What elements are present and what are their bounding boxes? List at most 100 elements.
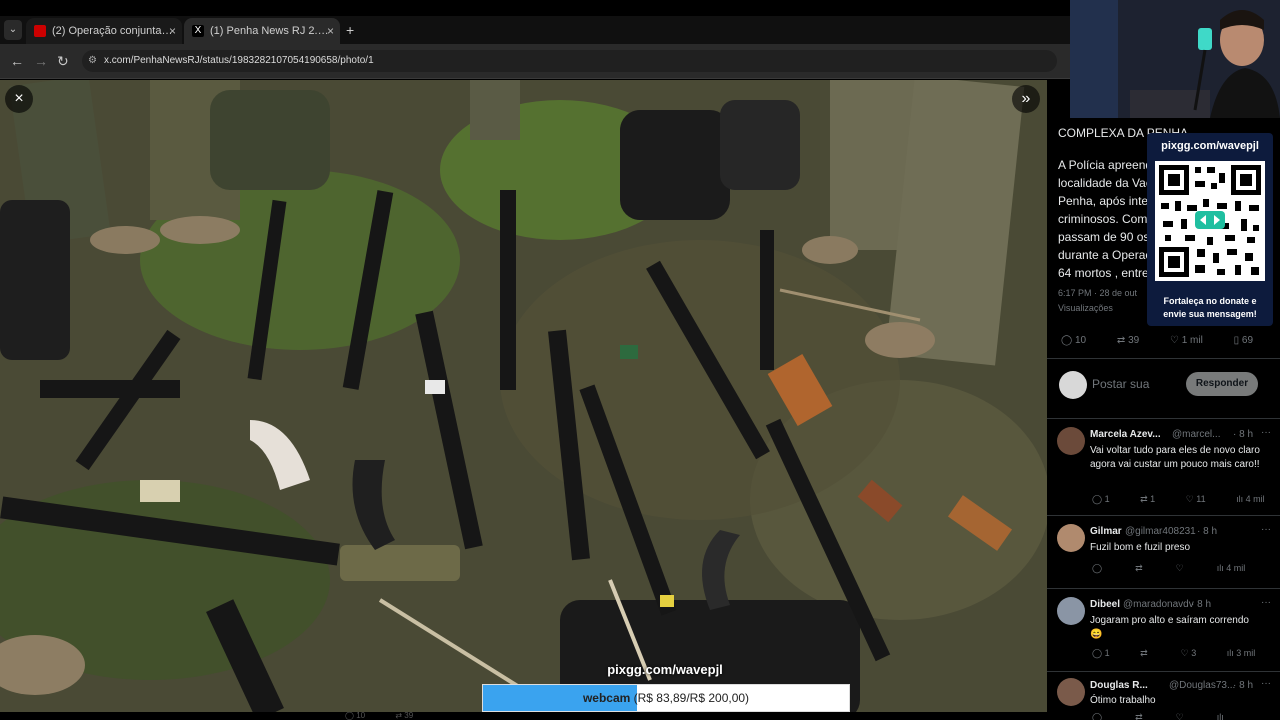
view-count[interactable]: ılı 4 mil [1217, 563, 1260, 573]
back-icon[interactable]: ← [10, 53, 24, 69]
tweet-body-line: 64 mortos , entre [1058, 266, 1149, 280]
reply-input[interactable]: Postar sua [1092, 377, 1149, 391]
donation-qr-overlay: pixgg.com/wavepjl Fortaleça no donate e … [1147, 133, 1273, 326]
reply-time: · 8 h [1197, 526, 1218, 537]
forward-icon[interactable]: → [34, 53, 48, 69]
reply-composer: Postar sua Responder [1047, 358, 1280, 411]
reply-count[interactable]: ◯ [1092, 712, 1119, 720]
view-count[interactable]: ılı [1217, 712, 1241, 720]
tweet-body-line: durante a Operaç [1058, 248, 1152, 262]
like-count[interactable]: ♡ 3 [1181, 648, 1211, 659]
like-count[interactable]: ♡ [1176, 563, 1201, 574]
tab-label: (1) Penha News RJ 2.0 no X: "C [210, 25, 332, 37]
tweet-body-line: A Polícia apreend [1058, 158, 1153, 172]
tab-label: (2) Operação conjunta entre a I [52, 25, 174, 37]
youtube-favicon-icon [34, 25, 46, 37]
window-top-strip [0, 0, 1070, 16]
reply-metric[interactable]: ◯ 10 [1061, 335, 1100, 346]
stream-url-label: pixgg.com/wavepjl [607, 662, 723, 677]
streamer-webcam-image [1070, 0, 1280, 118]
reply-text: Ótimo trabalho [1090, 695, 1156, 706]
reply-count[interactable]: ◯ [1092, 563, 1119, 574]
avatar[interactable] [1057, 524, 1085, 552]
reply-author-name[interactable]: Gilmar [1090, 526, 1122, 537]
reply-metrics: ◯ ⇄ ♡ ılı [1092, 712, 1254, 720]
tweet-body-line: localidade da Vac [1058, 176, 1152, 190]
repost-count[interactable]: ⇄ 1 [1140, 494, 1169, 505]
webcam-feed [1070, 0, 1280, 118]
reply-count[interactable]: ◯ 1 [1092, 494, 1124, 505]
qr-code-icon [1155, 161, 1265, 281]
reply-author-handle[interactable]: @gilmar408231 [1125, 526, 1196, 537]
photo-action-bar: ◯ 10 ⇄ 39 [0, 711, 1047, 720]
reply-count[interactable]: ◯ 1 [1092, 648, 1124, 659]
tweet-metrics: ◯ 10 ⇄ 39 ♡ 1 mil ▯ 69 ⇪ [1061, 335, 1280, 346]
goal-text: webcam (R$ 83,89/R$ 200,00) [483, 685, 849, 711]
views-label: Visualizações [1058, 303, 1113, 313]
more-options-icon[interactable]: ··· [1261, 678, 1271, 689]
reply-time: · 8 h [1233, 680, 1254, 691]
donation-goal-bar: webcam (R$ 83,89/R$ 200,00) [482, 684, 850, 712]
photo-reply-count[interactable]: ◯ 10 [345, 711, 379, 720]
goal-amount: (R$ 83,89/R$ 200,00) [633, 691, 750, 705]
reply-tweet[interactable]: Dibeel @maradonavdv · 8 h ··· Jogaram pr… [1047, 588, 1280, 664]
reply-tweet[interactable]: Marcela Azev... @marcel... · 8 h ··· Vai… [1047, 418, 1280, 511]
view-count[interactable]: ılı 3 mil [1227, 648, 1270, 658]
bookmark-metric[interactable]: ▯ 69 [1234, 335, 1267, 346]
reply-author-name[interactable]: Marcela Azev... [1090, 429, 1161, 440]
repost-count[interactable]: ⇄ [1135, 563, 1159, 574]
photo-repost-count[interactable]: ⇄ 39 [395, 711, 427, 720]
like-count[interactable]: ♡ 11 [1186, 494, 1220, 505]
repost-metric[interactable]: ⇄ 39 [1117, 335, 1153, 346]
like-metric[interactable]: ♡ 1 mil [1170, 335, 1217, 346]
expand-panel-button[interactable]: » [1012, 85, 1040, 113]
reply-text: Jogaram pro alto e saíram correndo 😄 [1090, 615, 1249, 640]
url-field[interactable]: ⚙ x.com/PenhaNewsRJ/status/1983282107054… [82, 50, 1057, 72]
reply-tweet[interactable]: Gilmar @gilmar408231 · 8 h ··· Fuzil bom… [1047, 515, 1280, 581]
repost-count[interactable]: ⇄ [1135, 712, 1159, 720]
qr-title: pixgg.com/wavepjl [1161, 140, 1259, 152]
url-text: x.com/PenhaNewsRJ/status/198328210705419… [104, 55, 374, 66]
qr-caption: Fortaleça no donate e envie sua mensagem… [1163, 296, 1257, 319]
reply-text: Fuzil bom e fuzil preso [1090, 542, 1191, 553]
reply-author-handle[interactable]: @maradonavdv [1123, 599, 1194, 610]
more-options-icon[interactable]: ··· [1261, 427, 1271, 438]
reply-author-name[interactable]: Douglas R... [1090, 680, 1148, 691]
photo-metrics: ◯ 10 ⇄ 39 [345, 711, 441, 720]
reply-author-handle[interactable]: @marcel... [1172, 429, 1221, 440]
reply-time: · 8 h [1233, 429, 1254, 440]
view-count[interactable]: ılı 4 mil [1236, 494, 1279, 504]
tab-operacao[interactable]: (2) Operação conjunta entre a I × [26, 18, 182, 44]
close-tab-icon[interactable]: × [169, 24, 176, 38]
site-info-icon[interactable]: ⚙ [88, 50, 97, 72]
reply-author-handle[interactable]: @Douglas73... [1169, 680, 1235, 691]
tab-list-dropdown[interactable]: ⌄ [4, 20, 22, 40]
reply-text: Vai voltar tudo para eles de novo claro … [1090, 445, 1260, 470]
avatar[interactable] [1057, 597, 1085, 625]
tweet-body-line: Penha, após inten [1058, 194, 1155, 208]
reply-button[interactable]: Responder [1186, 372, 1258, 396]
close-photo-button[interactable]: × [5, 85, 33, 113]
reload-icon[interactable]: ↻ [57, 53, 69, 70]
reply-author-name[interactable]: Dibeel [1090, 599, 1120, 610]
browser-tab-bar: ⌄ (2) Operação conjunta entre a I × X (1… [0, 0, 1070, 44]
goal-label: webcam [582, 691, 631, 705]
reply-tweet[interactable]: Douglas R... @Douglas73... · 8 h ··· Óti… [1047, 671, 1280, 720]
avatar[interactable] [1057, 427, 1085, 455]
reply-metrics: ◯ 1 ⇄ ♡ 3 ılı 3 mil [1092, 648, 1280, 659]
tab-penha-news[interactable]: X (1) Penha News RJ 2.0 no X: "C × [184, 18, 340, 44]
tweet-body-line: passam de 90 os f [1058, 230, 1157, 244]
address-bar-row: ← → ↻ ⚙ x.com/PenhaNewsRJ/status/1983282… [0, 44, 1070, 79]
reply-time: · 8 h [1191, 599, 1212, 610]
more-options-icon[interactable]: ··· [1261, 597, 1271, 608]
tweet-photo[interactable]: × » [0, 80, 1047, 720]
reply-metrics: ◯ 1 ⇄ 1 ♡ 11 ılı 4 mil [1092, 494, 1280, 505]
new-tab-button[interactable]: + [346, 22, 354, 38]
repost-count[interactable]: ⇄ [1140, 648, 1164, 659]
close-tab-icon[interactable]: × [327, 24, 334, 38]
seized-weapons-photo [0, 80, 1047, 720]
like-count[interactable]: ♡ [1176, 712, 1201, 720]
tweet-timestamp[interactable]: 6:17 PM · 28 de out [1058, 288, 1137, 298]
more-options-icon[interactable]: ··· [1261, 524, 1271, 535]
avatar[interactable] [1057, 678, 1085, 706]
